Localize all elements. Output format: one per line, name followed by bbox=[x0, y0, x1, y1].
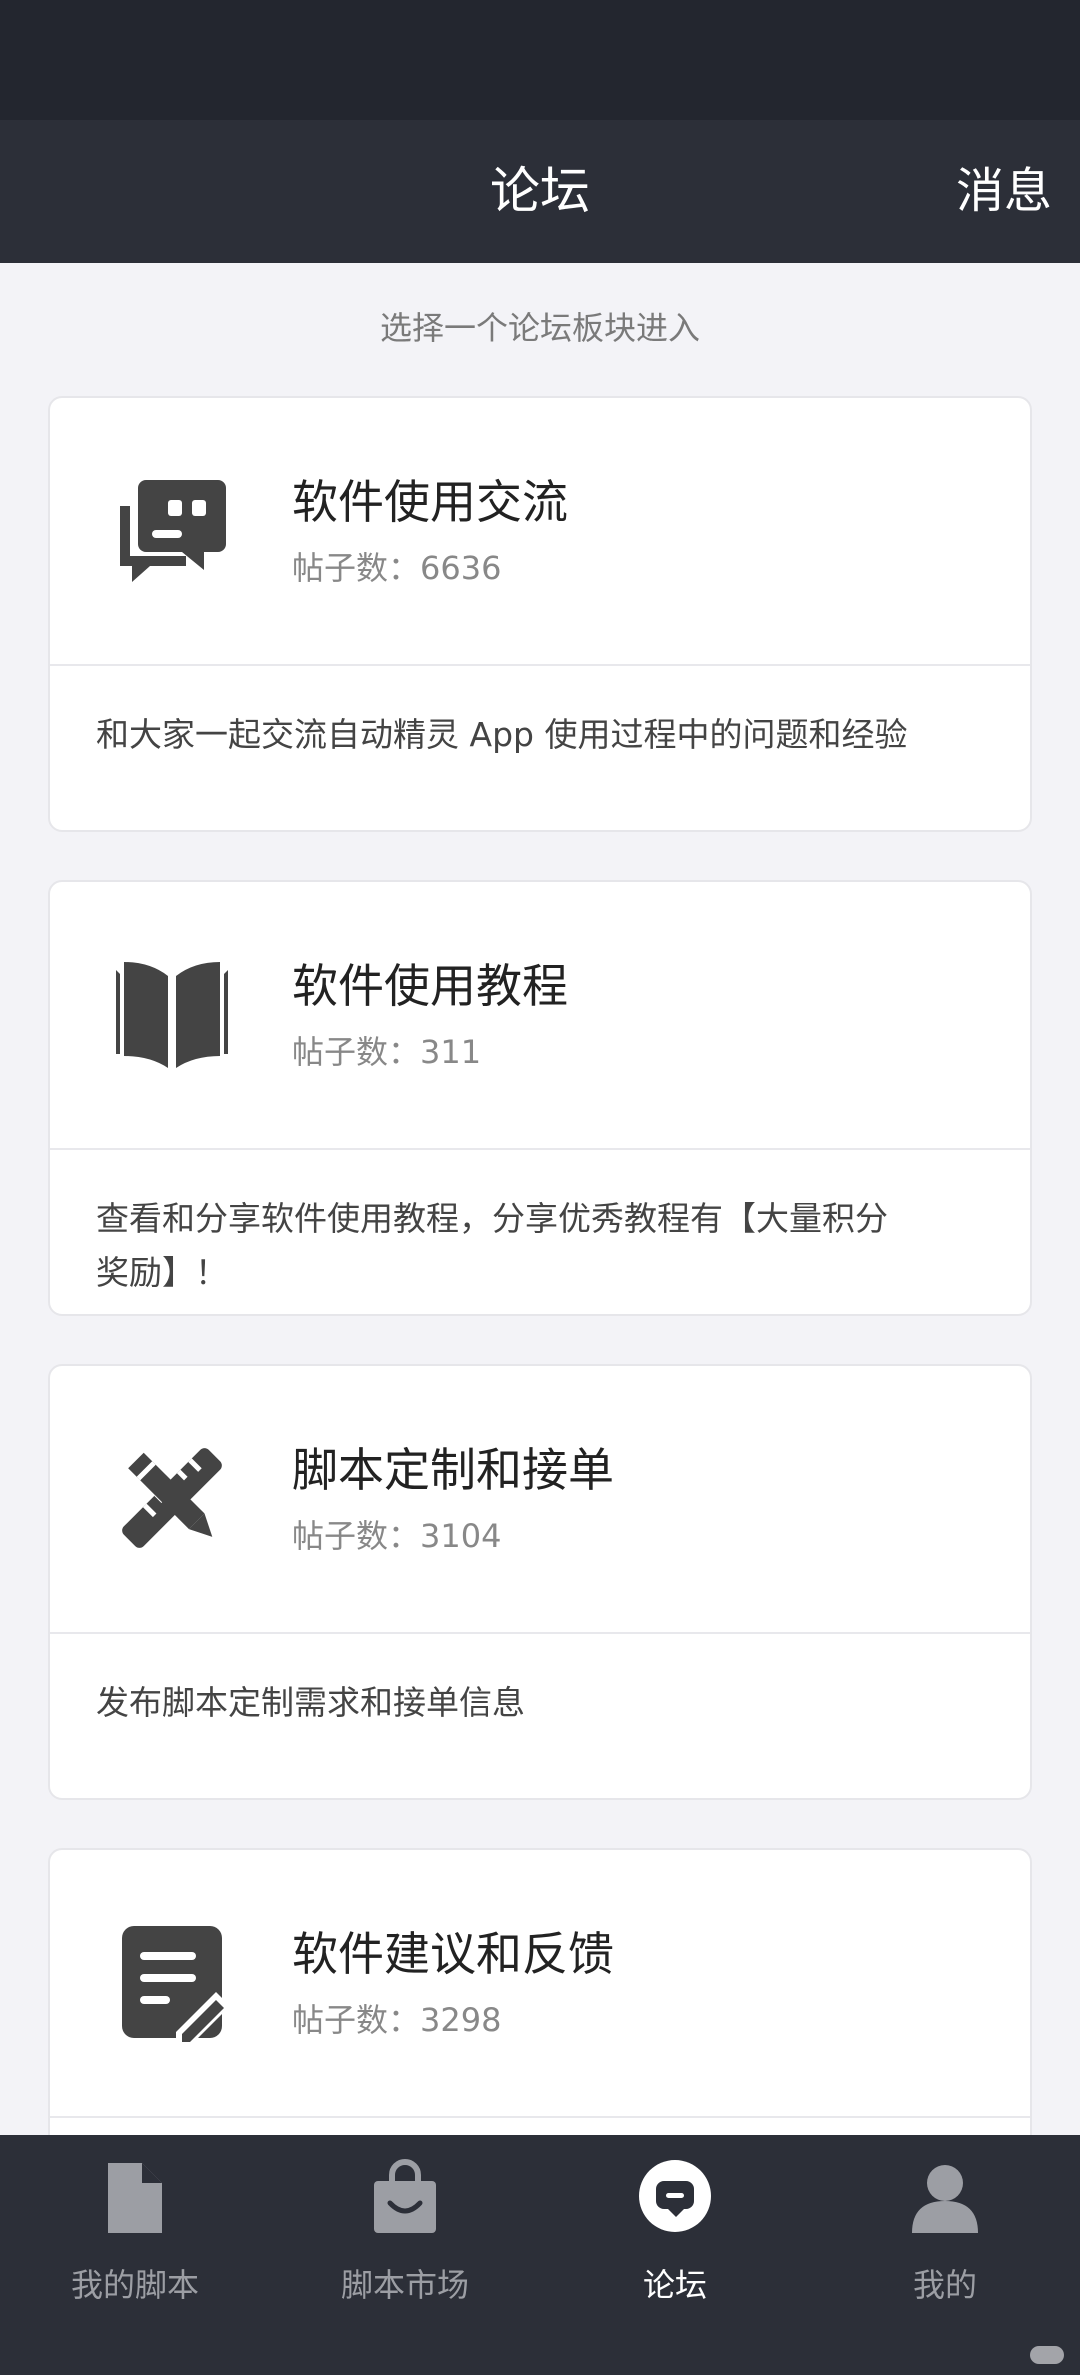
board-card-header: 脚本定制和接单 帖子数：3104 bbox=[50, 1366, 1030, 1634]
tab-label: 论坛 bbox=[642, 2266, 707, 2304]
board-name: 软件建议和反馈 bbox=[292, 1927, 614, 1981]
board-name: 软件使用交流 bbox=[292, 475, 568, 529]
tab-forum[interactable]: 论坛 bbox=[540, 2135, 810, 2375]
watermark-badge bbox=[1030, 2346, 1064, 2364]
board-description: 查看和分享软件使用教程，分享优秀教程有【大量积分奖励】！ bbox=[96, 1199, 888, 1292]
board-post-count: 帖子数：3298 bbox=[292, 2001, 502, 2039]
board-card-header: 软件使用交流 帖子数：6636 bbox=[50, 398, 1030, 666]
board-post-count: 帖子数：6636 bbox=[292, 549, 502, 587]
chat-bubble-icon bbox=[639, 2160, 711, 2232]
tab-my-scripts[interactable]: 我的脚本 bbox=[0, 2135, 270, 2375]
bottom-tab-bar: 我的脚本 脚本市场 论坛 我的 bbox=[0, 2135, 1080, 2375]
board-post-count: 帖子数：3104 bbox=[292, 1517, 502, 1555]
open-book-icon bbox=[116, 962, 228, 1068]
shopping-bag-icon bbox=[374, 2159, 436, 2233]
board-card-software-exchange[interactable]: 软件使用交流 帖子数：6636 和大家一起交流自动精灵 App 使用过程中的问题… bbox=[48, 396, 1032, 832]
file-icon bbox=[108, 2163, 162, 2233]
tab-label: 脚本市场 bbox=[340, 2266, 469, 2304]
messages-button[interactable]: 消息 bbox=[956, 120, 1052, 263]
tab-script-market[interactable]: 脚本市场 bbox=[270, 2135, 540, 2375]
tab-label: 我的脚本 bbox=[70, 2266, 199, 2304]
board-post-count: 帖子数：311 bbox=[292, 1033, 482, 1071]
board-name: 软件使用教程 bbox=[292, 959, 568, 1013]
header-bar: 论坛 消息 bbox=[0, 120, 1080, 263]
person-icon bbox=[912, 2165, 978, 2233]
pencil-ruler-icon bbox=[122, 1448, 222, 1548]
board-card-header: 软件建议和反馈 帖子数：3298 bbox=[50, 1850, 1030, 2118]
section-hint: 选择一个论坛板块进入 bbox=[379, 309, 700, 347]
tab-label: 我的 bbox=[912, 2266, 977, 2304]
tab-me[interactable]: 我的 bbox=[810, 2135, 1080, 2375]
board-name: 脚本定制和接单 bbox=[292, 1443, 614, 1497]
status-bar bbox=[0, 0, 1080, 120]
board-card-header: 软件使用教程 帖子数：311 bbox=[50, 882, 1030, 1150]
document-edit-icon bbox=[122, 1926, 230, 2042]
board-card-tutorials[interactable]: 软件使用教程 帖子数：311 查看和分享软件使用教程，分享优秀教程有【大量积分奖… bbox=[48, 880, 1032, 1316]
chat-bubbles-icon bbox=[120, 480, 226, 582]
page-title: 论坛 bbox=[490, 162, 590, 220]
board-description: 和大家一起交流自动精灵 App 使用过程中的问题和经验 bbox=[96, 715, 908, 754]
board-description: 发布脚本定制需求和接单信息 bbox=[96, 1683, 525, 1722]
board-card-script-custom[interactable]: 脚本定制和接单 帖子数：3104 发布脚本定制需求和接单信息 bbox=[48, 1364, 1032, 1800]
